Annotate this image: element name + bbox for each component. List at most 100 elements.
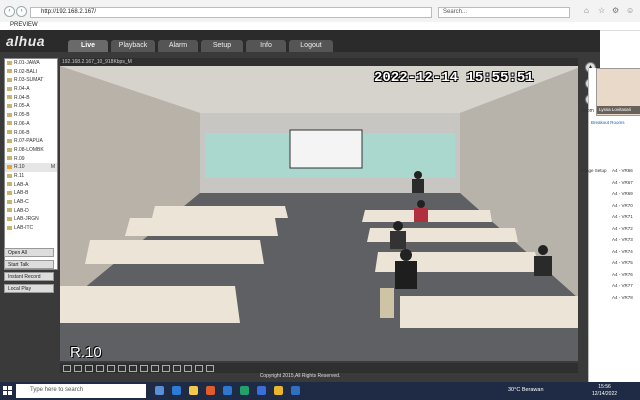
start-talk-button[interactable]: Start Talk (4, 260, 54, 269)
channel-item[interactable]: LAB-ITC (5, 224, 57, 233)
weather-widget[interactable]: 30°C Berawan (508, 387, 544, 393)
camera-icon (7, 164, 12, 169)
file-explorer-icon[interactable] (189, 386, 198, 395)
camera-icon (7, 147, 12, 152)
tab-alarm[interactable]: Alarm (158, 40, 198, 52)
copyright-text: Copyright 2015,All Rights Reserved. (259, 373, 341, 379)
channel-label: R.07-PAPUA (14, 138, 43, 145)
camera-icon (7, 225, 12, 230)
camera-icon (7, 112, 12, 117)
breakout-room-item[interactable]: A4 - VR74 (612, 249, 633, 254)
channel-item[interactable]: LAB-B (5, 189, 57, 198)
video-channel-label: R.10 (70, 344, 102, 361)
clock-date: 12/14/2022 (592, 391, 618, 397)
channel-item[interactable]: R.03-SUMAT (5, 76, 57, 85)
camera-icon (7, 217, 12, 222)
breakout-room-item[interactable]: A4 - VR66 (612, 168, 633, 173)
breakout-header: Breakout Rooms (591, 120, 625, 125)
tab-title: PREVIEW (10, 22, 38, 28)
star-icon[interactable]: ☆ (598, 6, 605, 15)
channel-item[interactable]: R.07-PAPUA (5, 137, 57, 146)
tab-logout[interactable]: Logout (289, 40, 333, 52)
live-video[interactable]: 192.168.2.167_10_918Kbps_M 2022-12-14 15… (60, 58, 578, 361)
smiley-icon[interactable]: ☺ (626, 6, 634, 15)
channel-label: R.06-A (14, 120, 30, 127)
breakout-room-item[interactable]: A4 - VR73 (612, 237, 633, 242)
video-title: 192.168.2.167_10_918Kbps_M (60, 58, 578, 66)
breakout-room-item[interactable]: A4 - VR72 (612, 226, 633, 231)
camera-icon (7, 208, 12, 213)
breakout-room-item[interactable]: A4 - VR71 (612, 214, 633, 219)
breakout-room-item[interactable]: A4 - VR69 (612, 191, 633, 196)
tab-playback[interactable]: Playback (111, 40, 155, 52)
forward-icon[interactable]: › (16, 6, 27, 17)
channel-label: R.01-JAWA (14, 60, 40, 66)
clock[interactable]: 15:56 12/14/2022 (592, 384, 617, 398)
zoom-icon[interactable] (257, 386, 266, 395)
breakout-room-item[interactable]: A4 - VR76 (612, 272, 633, 277)
gear-icon[interactable]: ⚙ (612, 6, 619, 15)
home-icon[interactable]: ⌂ (584, 6, 589, 15)
back-icon[interactable]: ‹ (4, 6, 15, 17)
tab-live[interactable]: Live (68, 40, 108, 52)
channel-label: R.08-LOMBK (14, 146, 44, 153)
tab-setup[interactable]: Setup (201, 40, 243, 52)
channel-stream-marker: M (50, 164, 55, 171)
tab-info[interactable]: Info (246, 40, 286, 52)
open-all-button[interactable]: Open All (4, 248, 54, 257)
channel-item[interactable]: R.06-B (5, 129, 57, 138)
taskbar-search-placeholder: Type here to search (30, 387, 84, 393)
dahua-logo: alhua (6, 33, 46, 49)
channel-item[interactable]: R.09 (5, 155, 57, 164)
channel-item[interactable]: LAB-JRGN (5, 215, 57, 224)
channel-label: LAB-JRGN (14, 216, 39, 223)
channel-item[interactable]: LAB-C (5, 198, 57, 207)
breakout-room-item[interactable]: A4 - VR77 (612, 283, 633, 288)
channel-label: R.05-B (14, 112, 30, 119)
channel-item[interactable]: R.04-B (5, 94, 57, 103)
channel-item[interactable]: LAB-D (5, 207, 57, 216)
breakout-room-item[interactable]: A4 - VR70 (612, 203, 633, 208)
camera-icon (7, 86, 12, 91)
channel-label: LAB-B (14, 190, 29, 197)
address-bar[interactable]: http://192.168.2.167/ (30, 7, 432, 18)
windows-start-icon[interactable] (3, 386, 12, 395)
office-icon[interactable] (206, 386, 215, 395)
instant-record-button[interactable]: Instant Record (4, 272, 54, 281)
channel-label: R.11 (14, 172, 25, 179)
camera-icon (7, 130, 12, 135)
channel-label: R.04-B (14, 94, 30, 101)
local-play-button[interactable]: Local Play (4, 284, 54, 293)
mail-icon[interactable] (223, 386, 232, 395)
channel-item[interactable]: R.05-B (5, 111, 57, 120)
channel-label: R.03-SUMAT (14, 77, 44, 84)
task-view-icon[interactable] (155, 386, 164, 395)
channel-item[interactable]: R.06-A (5, 120, 57, 129)
channel-item[interactable]: LAB-A (5, 181, 57, 190)
camera-icon (7, 69, 12, 74)
edge-icon[interactable] (172, 386, 181, 395)
camera-icon (7, 173, 12, 178)
breakout-room-item[interactable]: A4 - VR67 (612, 180, 633, 185)
teams-icon[interactable] (240, 386, 249, 395)
channel-label: R.06-B (14, 129, 30, 136)
chrome-icon[interactable] (274, 386, 283, 395)
channel-item[interactable]: R.05-A (5, 102, 57, 111)
channel-item[interactable]: R.11 (5, 172, 57, 181)
browser-toolbar: ‹ › http://192.168.2.167/ Search... ⌂ ☆ … (0, 0, 640, 23)
participant-video[interactable]: Lyssa Lovitasari (596, 68, 640, 116)
taskbar-search[interactable]: Type here to search (16, 384, 146, 398)
channel-item[interactable]: R.01-JAWA (5, 59, 57, 68)
channel-item[interactable]: R.02-BALI (5, 68, 57, 77)
breakout-room-item[interactable]: A4 - VR75 (612, 260, 633, 265)
ie-icon[interactable] (291, 386, 300, 395)
channel-item[interactable]: R.04-A (5, 85, 57, 94)
channel-item[interactable]: R.08-LOMBK (5, 146, 57, 155)
browser-search[interactable]: Search... (438, 7, 570, 18)
dahua-web-app: alhua Live Playback Alarm Setup Info Log… (0, 30, 600, 382)
channel-label: LAB-D (14, 207, 29, 214)
brand-bar: alhua Live Playback Alarm Setup Info Log… (0, 30, 600, 52)
breakout-room-item[interactable]: A4 - VR78 (612, 295, 633, 300)
camera-icon (7, 199, 12, 204)
channel-item[interactable]: R.10 M (5, 163, 57, 172)
